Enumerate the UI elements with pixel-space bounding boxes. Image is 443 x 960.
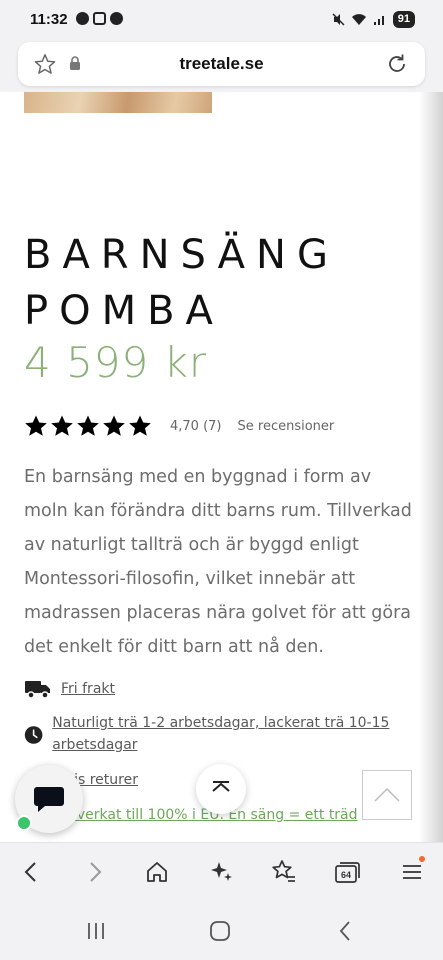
chevron-up-icon (212, 781, 230, 792)
info-shipping: Fri frakt (24, 678, 115, 700)
truck-icon (25, 681, 50, 699)
forward-icon (90, 862, 102, 882)
free-shipping-link[interactable]: Fri frakt (61, 678, 115, 700)
clock-icon (24, 726, 43, 744)
reload-icon[interactable] (385, 52, 409, 76)
status-right: 91 (332, 11, 415, 28)
browser-url-area: treetale.se (0, 40, 443, 92)
menu-icon (403, 865, 421, 879)
back-icon (24, 862, 36, 882)
status-time: 11:32 (30, 11, 68, 28)
wifi-icon (351, 14, 366, 25)
ai-assist-button[interactable] (206, 857, 236, 887)
product-title-line2: POMBA (24, 288, 224, 334)
mute-icon (332, 13, 345, 26)
nav-back-icon (339, 921, 350, 941)
sparkle-icon (211, 862, 232, 881)
star-icon (129, 415, 151, 436)
home-button[interactable] (142, 857, 172, 887)
browser-toolbar: 64 (0, 842, 443, 902)
back-to-top-button[interactable] (362, 770, 412, 820)
scroll-to-top-button[interactable] (196, 764, 246, 814)
favorites-button[interactable] (269, 857, 299, 887)
delivery-time-link[interactable]: Naturligt trä 1-2 arbetsdagar, lackerat … (52, 712, 394, 756)
notification-dot (419, 856, 425, 862)
star-icon (103, 415, 125, 436)
messenger-icon (76, 12, 89, 25)
info-delivery: Naturligt trä 1-2 arbetsdagar, lackerat … (24, 712, 394, 756)
product-title-line1: BARNSÄNG (24, 232, 339, 278)
nav-back-button[interactable] (330, 918, 360, 944)
forward-button[interactable] (80, 857, 110, 887)
status-bar: 11:32 91 (0, 0, 443, 40)
chevron-up-icon (374, 787, 400, 802)
rating-row: 4,70 (7) Se recensioner (24, 414, 334, 438)
star-icon (51, 415, 73, 436)
recents-icon (88, 923, 104, 939)
signal-icon (373, 16, 384, 25)
product-price: 4 599 kr (24, 338, 208, 387)
tabs-button[interactable]: 64 (332, 857, 362, 887)
menu-button[interactable] (397, 856, 427, 887)
system-nav-bar (0, 902, 443, 960)
product-title: BARNSÄNG POMBA (24, 227, 339, 339)
favorites-icon (272, 860, 295, 882)
url-bar[interactable]: treetale.se (18, 42, 425, 86)
chat-icon (34, 787, 64, 812)
battery-indicator: 91 (392, 11, 415, 28)
nav-home-button[interactable] (205, 918, 235, 944)
url-text[interactable]: treetale.se (18, 54, 425, 74)
tab-count: 64 (341, 870, 351, 880)
recents-button[interactable] (81, 918, 111, 944)
rating-stars[interactable] (24, 414, 152, 438)
product-image[interactable] (24, 92, 212, 113)
chat-button[interactable] (15, 765, 83, 833)
star-icon (77, 415, 99, 436)
tabs-icon: 64 (335, 862, 360, 883)
online-indicator (16, 815, 32, 831)
messenger-icon (110, 12, 123, 25)
star-icon (25, 415, 47, 436)
notification-icons (76, 12, 123, 25)
drawer-edge-shadow (419, 92, 443, 842)
nav-home-icon (210, 921, 230, 941)
product-description: En barnsäng med en byggnad i form av mol… (24, 467, 412, 657)
see-reviews-link[interactable]: Se recensioner (238, 419, 335, 434)
back-button[interactable] (16, 857, 46, 887)
rating-value: 4,70 (7) (170, 418, 222, 434)
screenshot-icon (93, 12, 106, 25)
home-icon (147, 862, 167, 882)
web-page: BARNSÄNG POMBA 4 599 kr 4,70 (7) Se rece… (0, 92, 443, 842)
